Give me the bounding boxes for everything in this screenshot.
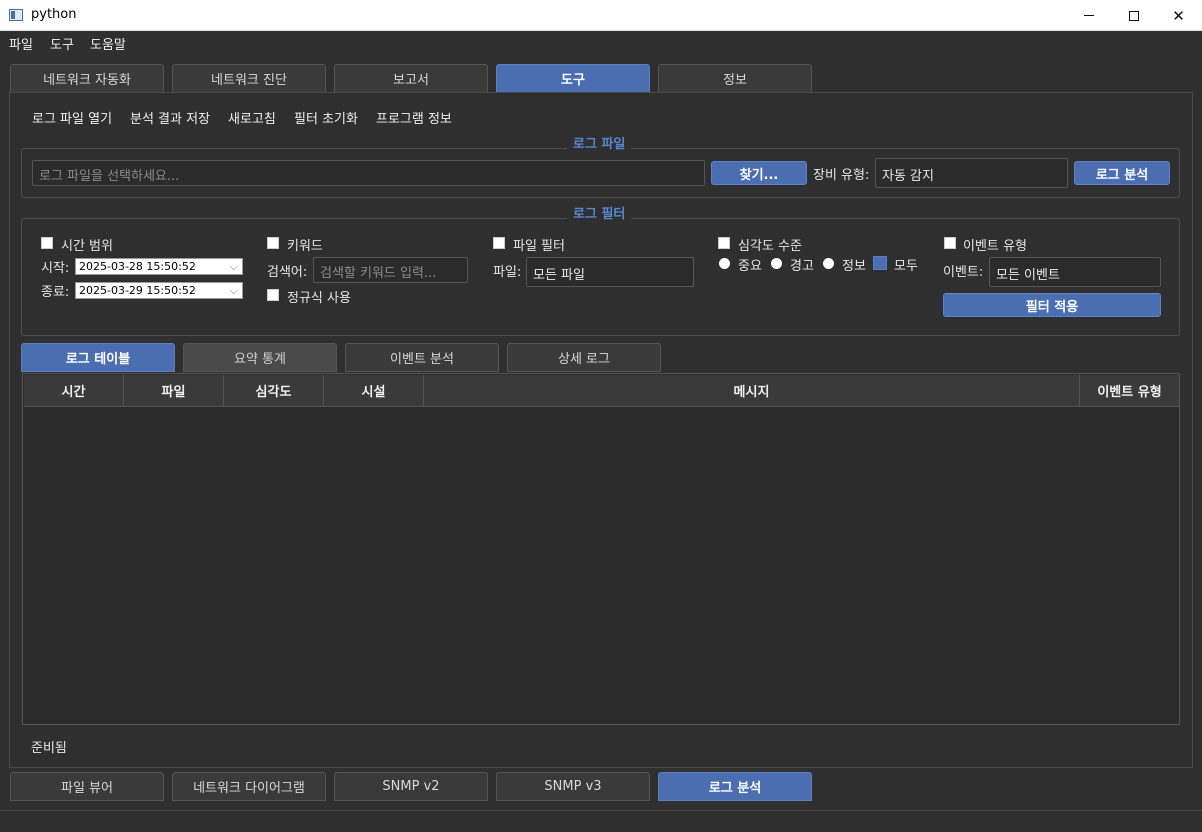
severity-checkbox[interactable]	[718, 237, 730, 249]
log-file-group-title: 로그 파일	[567, 133, 632, 152]
maximize-button[interactable]	[1111, 0, 1156, 31]
tab-summary-stats[interactable]: 요약 통계	[183, 343, 337, 372]
keyword-search-input[interactable]: 검색할 키워드 입력...	[313, 257, 468, 283]
analyze-log-button[interactable]: 로그 분석	[1074, 161, 1170, 185]
window-title: python	[31, 7, 77, 22]
tab-snmp-v2[interactable]: SNMP v2	[334, 772, 488, 801]
severity-critical-label: 중요	[738, 259, 762, 274]
tab-snmp-v3[interactable]: SNMP v3	[496, 772, 650, 801]
close-icon: ✕	[1172, 6, 1185, 25]
event-type-checkbox[interactable]	[944, 237, 956, 249]
device-type-label: 장비 유형:	[813, 168, 870, 183]
close-button[interactable]: ✕	[1156, 0, 1201, 31]
tab-network-automation[interactable]: 네트워크 자동화	[10, 64, 164, 93]
severity-warning-radio[interactable]	[771, 258, 782, 269]
tab-network-diagram[interactable]: 네트워크 다이어그램	[172, 772, 326, 801]
event-label: 이벤트:	[943, 265, 984, 280]
tab-log-analysis[interactable]: 로그 분석	[658, 772, 812, 801]
column-header-time[interactable]: 시간	[24, 375, 124, 407]
toolbar-save-results[interactable]: 분석 결과 저장	[130, 108, 210, 127]
start-label: 시작:	[41, 261, 70, 276]
severity-all-radio[interactable]	[873, 256, 887, 270]
menu-tools[interactable]: 도구	[50, 34, 74, 53]
column-header-message[interactable]: 메시지	[424, 375, 1080, 407]
severity-label: 심각도 수준	[738, 239, 802, 254]
menu-file[interactable]: 파일	[9, 34, 33, 53]
device-type-select[interactable]: 자동 감지	[875, 158, 1068, 188]
browse-button[interactable]: 찾기...	[711, 161, 807, 185]
apply-filter-button[interactable]: 필터 적용	[943, 293, 1161, 317]
regex-checkbox[interactable]	[267, 289, 279, 301]
start-datetime-input[interactable]: 2025-03-28 15:50:52 ⌵	[75, 258, 243, 275]
tab-tools[interactable]: 도구	[496, 64, 650, 93]
app-icon	[9, 9, 23, 21]
file-select[interactable]: 모든 파일	[526, 257, 694, 287]
event-type-label: 이벤트 유형	[963, 239, 1027, 254]
end-label: 종료:	[41, 285, 70, 300]
severity-all-label: 모두	[894, 259, 918, 274]
toolbar-refresh[interactable]: 새로고침	[228, 108, 276, 127]
chevron-down-icon[interactable]: ⌵	[230, 284, 238, 298]
search-term-label: 검색어:	[267, 265, 308, 280]
log-file-path-input[interactable]: 로그 파일을 선택하세요...	[32, 160, 705, 186]
tab-network-diagnosis[interactable]: 네트워크 진단	[172, 64, 326, 93]
tab-report[interactable]: 보고서	[334, 64, 488, 93]
end-datetime-value: 2025-03-29 15:50:52	[79, 284, 196, 297]
keyword-label: 키워드	[287, 239, 323, 254]
tab-info[interactable]: 정보	[658, 64, 812, 93]
column-header-file[interactable]: 파일	[124, 375, 224, 407]
tab-event-analysis[interactable]: 이벤트 분석	[345, 343, 499, 372]
toolbar-program-info[interactable]: 프로그램 정보	[376, 108, 452, 127]
toolbar-reset-filter[interactable]: 필터 초기화	[294, 108, 358, 127]
file-label: 파일:	[493, 265, 522, 280]
tab-detail-log[interactable]: 상세 로그	[507, 343, 661, 372]
time-range-checkbox[interactable]	[41, 237, 53, 249]
regex-label: 정규식 사용	[287, 291, 351, 306]
severity-info-label: 정보	[842, 259, 866, 274]
status-bar	[0, 810, 1202, 832]
menu-bar: 파일 도구 도움말	[0, 31, 1202, 53]
minimize-icon	[1083, 15, 1094, 16]
minimize-button[interactable]	[1066, 0, 1111, 31]
event-select[interactable]: 모든 이벤트	[989, 257, 1161, 287]
chevron-down-icon[interactable]: ⌵	[230, 260, 238, 274]
toolbar-open-log[interactable]: 로그 파일 열기	[32, 108, 112, 127]
severity-warning-label: 경고	[790, 259, 814, 274]
time-range-label: 시간 범위	[61, 239, 113, 254]
severity-critical-radio[interactable]	[719, 258, 730, 269]
severity-info-radio[interactable]	[823, 258, 834, 269]
file-filter-checkbox[interactable]	[493, 237, 505, 249]
keyword-checkbox[interactable]	[267, 237, 279, 249]
tab-file-viewer[interactable]: 파일 뷰어	[10, 772, 164, 801]
log-table[interactable]: 시간 파일 심각도 시설 메시지 이벤트 유형	[22, 373, 1180, 725]
log-filter-group-title: 로그 필터	[567, 203, 632, 222]
tab-log-table[interactable]: 로그 테이블	[21, 343, 175, 372]
maximize-icon	[1128, 10, 1139, 21]
end-datetime-input[interactable]: 2025-03-29 15:50:52 ⌵	[75, 282, 243, 299]
menu-help[interactable]: 도움말	[90, 34, 126, 53]
title-bar: python ✕	[0, 0, 1202, 31]
column-header-event-type[interactable]: 이벤트 유형	[1080, 375, 1179, 407]
start-datetime-value: 2025-03-28 15:50:52	[79, 260, 196, 273]
column-header-facility[interactable]: 시설	[324, 375, 424, 407]
status-text: 준비됨	[31, 741, 67, 756]
file-filter-label: 파일 필터	[513, 239, 565, 254]
column-header-severity[interactable]: 심각도	[224, 375, 324, 407]
